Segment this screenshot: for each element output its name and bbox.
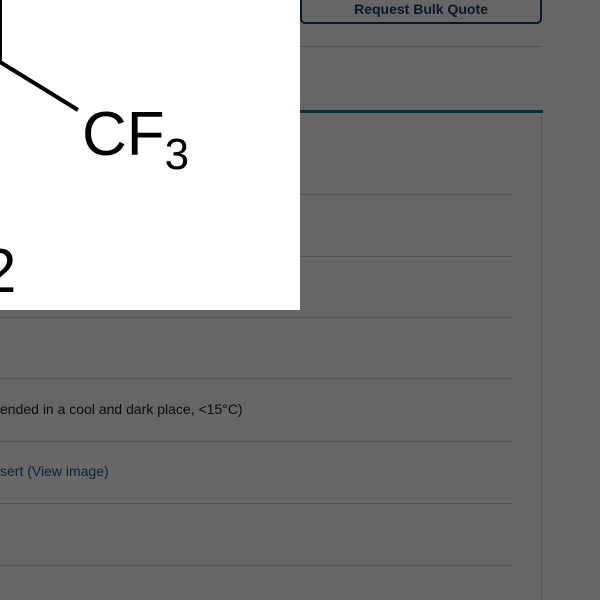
divider bbox=[300, 46, 542, 47]
request-bulk-quote-button[interactable]: Request Bulk Quote bbox=[300, 0, 542, 24]
storage-condition-value: ended in a cool and dark place, <15°C) bbox=[0, 401, 243, 417]
cf3-label: CF3 bbox=[82, 100, 189, 179]
panel-border bbox=[541, 113, 542, 600]
row-divider bbox=[0, 378, 512, 379]
row-divider bbox=[0, 565, 512, 566]
bond-line bbox=[0, 60, 80, 112]
product-insert-link[interactable]: sert (View image) bbox=[0, 463, 109, 479]
structure-drawing: CF3 2 bbox=[0, 0, 189, 306]
partial-atom-label: 2 bbox=[0, 237, 16, 306]
row-divider bbox=[0, 503, 512, 504]
row-divider bbox=[0, 441, 512, 442]
chemical-structure-image: CF3 2 bbox=[0, 0, 300, 310]
row-divider bbox=[0, 317, 512, 318]
